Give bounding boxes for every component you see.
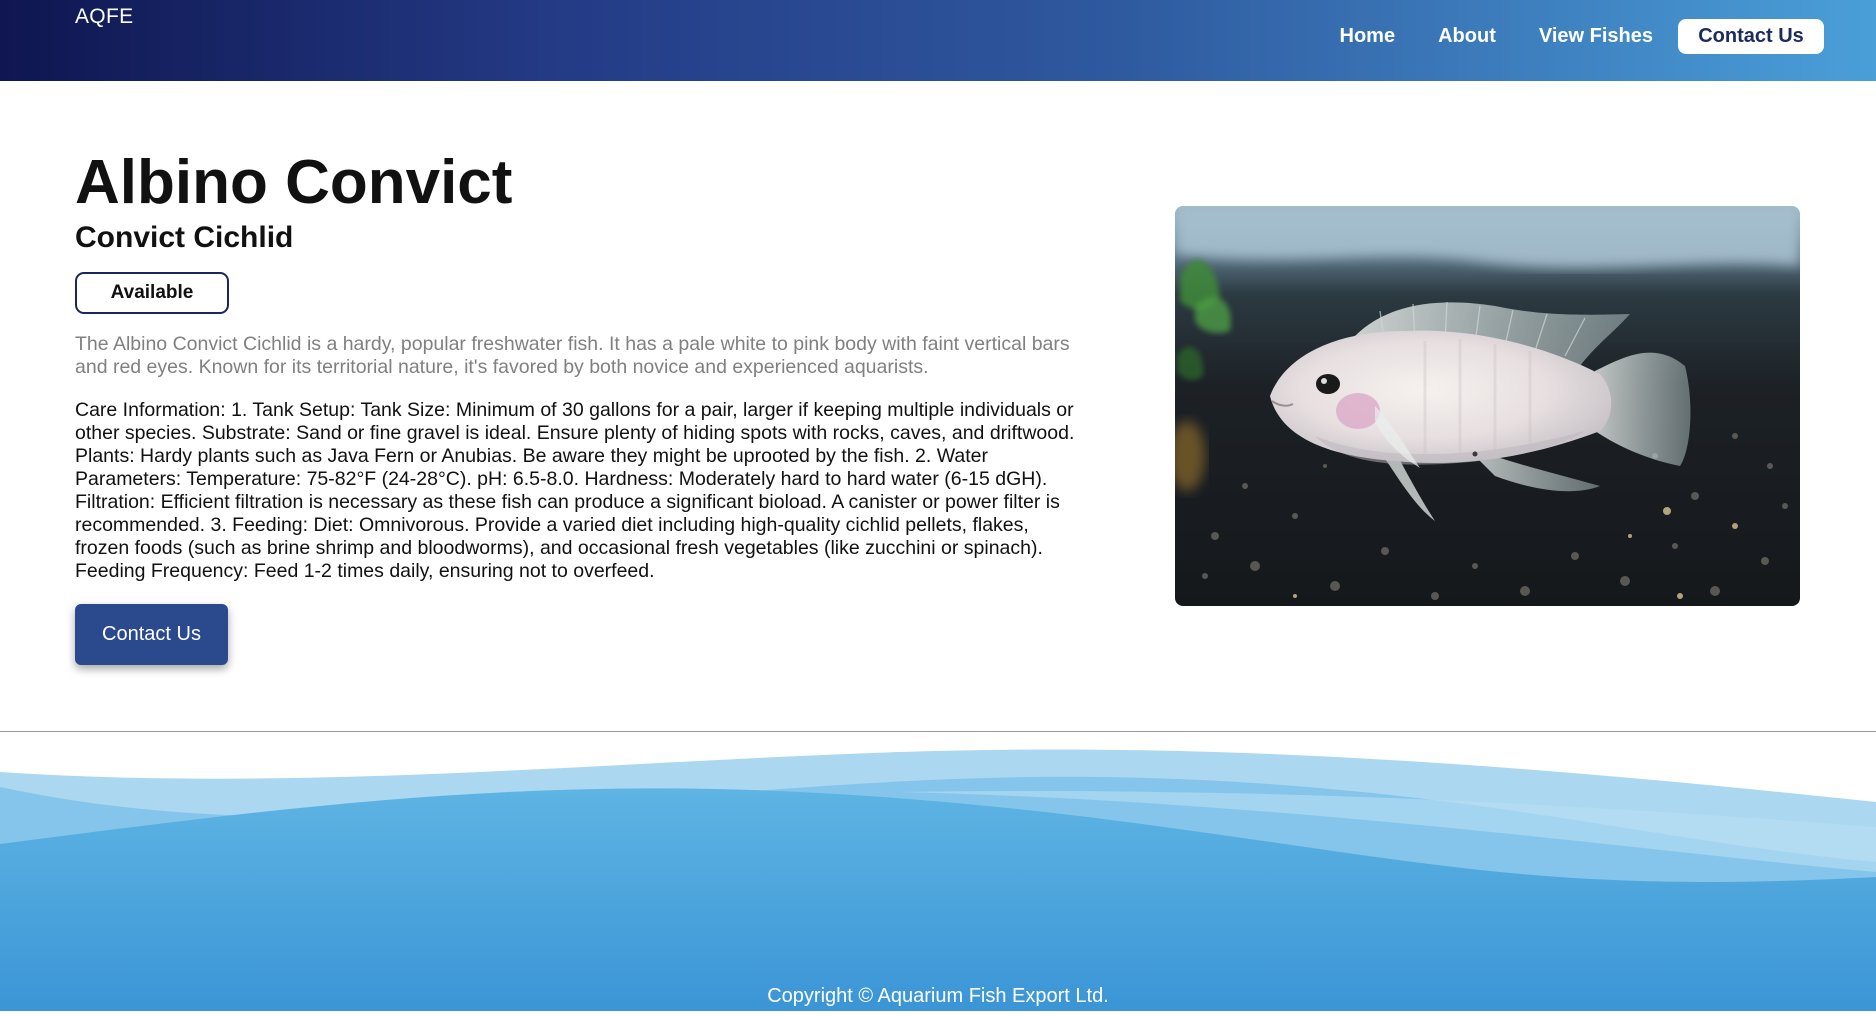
nav-contact-button[interactable]: Contact Us — [1678, 19, 1824, 54]
nav-about-link[interactable]: About — [1438, 25, 1496, 48]
fish-description: The Albino Convict Cichlid is a hardy, p… — [75, 333, 1070, 378]
main-nav: Home About View Fishes Contact Us — [1297, 19, 1824, 54]
fish-common-name: Convict Cichlid — [75, 221, 294, 254]
fish-title: Albino Convict — [75, 148, 513, 217]
nav-home-link[interactable]: Home — [1340, 25, 1396, 48]
contact-us-button[interactable]: Contact Us — [75, 604, 228, 665]
footer-waves — [0, 732, 1876, 1011]
site-header: AQFE Home About View Fishes Contact Us — [0, 0, 1876, 81]
brand-logo[interactable]: AQFE — [75, 5, 133, 29]
care-information: Care Information: 1. Tank Setup: Tank Si… — [75, 399, 1075, 582]
fish-photo — [1175, 206, 1800, 606]
footer-copyright: Copyright © Aquarium Fish Export Ltd. — [767, 985, 1109, 1007]
availability-badge: Available — [75, 272, 229, 314]
nav-view-fishes-link[interactable]: View Fishes — [1539, 25, 1653, 48]
site-footer — [0, 732, 1876, 1011]
